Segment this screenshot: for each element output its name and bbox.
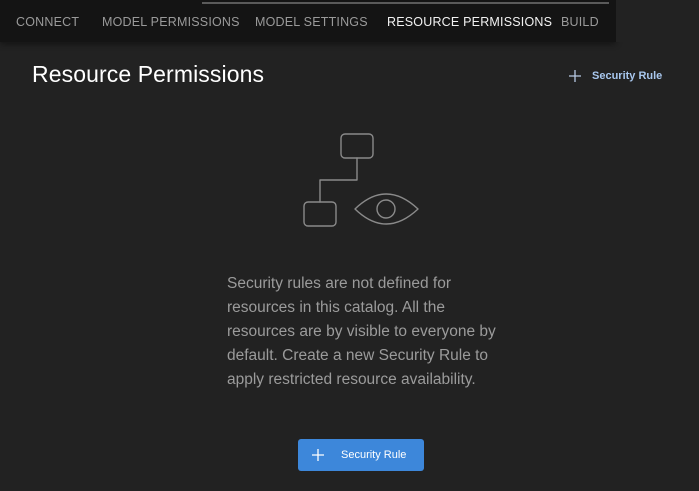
scroll-indicator: [202, 2, 609, 4]
add-security-rule-header-label: Security Rule: [592, 70, 663, 82]
empty-state-message: Security rules are not defined for resou…: [227, 275, 496, 388]
tab-model-permissions[interactable]: MODEL PERMISSIONS: [102, 15, 240, 29]
add-security-rule-button[interactable]: Security Rule: [298, 439, 424, 471]
flowchart-eye-icon: [303, 133, 419, 227]
tab-bar: CONNECT MODEL PERMISSIONS MODEL SETTINGS…: [0, 0, 616, 42]
plus-icon: [569, 70, 581, 82]
tab-build[interactable]: BUILD: [561, 15, 599, 29]
add-security-rule-label: Security Rule: [341, 449, 407, 461]
tab-model-settings[interactable]: MODEL SETTINGS: [255, 15, 368, 29]
tab-connect[interactable]: CONNECT: [16, 15, 79, 29]
tab-resource-permissions[interactable]: RESOURCE PERMISSIONS: [387, 15, 552, 29]
page-title: Resource Permissions: [32, 61, 265, 87]
plus-icon: [312, 449, 324, 461]
app-root: CONNECT MODEL PERMISSIONS MODEL SETTINGS…: [0, 0, 699, 491]
tab-bar-filler: [616, 0, 699, 42]
add-security-rule-header-button[interactable]: Security Rule: [568, 64, 662, 88]
